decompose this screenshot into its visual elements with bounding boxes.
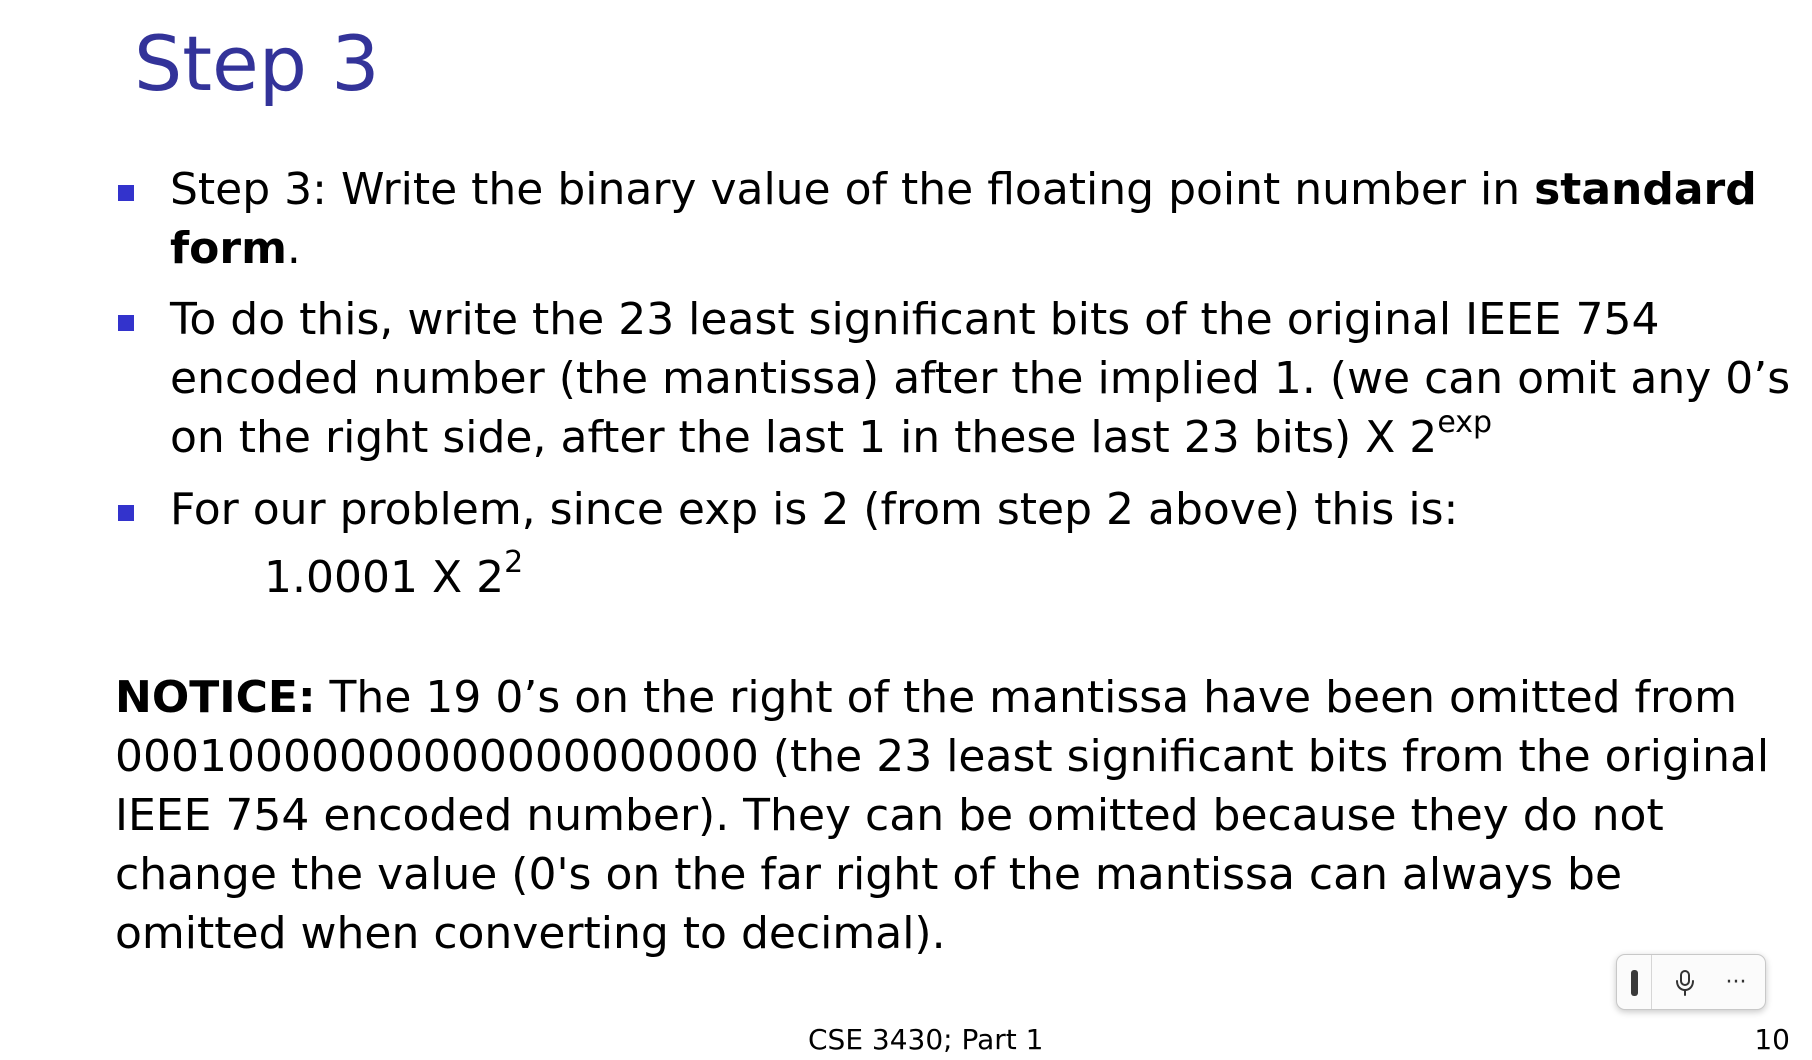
bullet-text: encoded number (the mantissa) after the … bbox=[170, 353, 1791, 404]
notice-line: 00010000000000000000000 (the 23 least si… bbox=[115, 731, 1770, 782]
notice-line: omitted when converting to decimal). bbox=[115, 908, 946, 959]
square-bullet-icon bbox=[118, 315, 134, 331]
square-bullet-icon bbox=[118, 185, 134, 201]
formula-exponent: 2 bbox=[504, 545, 524, 581]
voice-toolbar: ··· bbox=[1616, 954, 1766, 1010]
notice-line: NOTICE: The 19 0’s on the right of the m… bbox=[115, 668, 1765, 727]
slide-title: Step 3 bbox=[134, 19, 380, 108]
bullet-step-3: Step 3: Write the binary value of the fl… bbox=[118, 160, 1780, 278]
bullet-text: Step 3: Write the binary value of the fl… bbox=[170, 164, 1535, 215]
bullet-text: . bbox=[286, 223, 301, 274]
notice-line: change the value (0's on the far right o… bbox=[115, 849, 1623, 900]
formula-base: 1.0001 X 2 bbox=[264, 552, 505, 603]
bullet-problem-result: For our problem, since exp is 2 (from st… bbox=[118, 480, 1780, 539]
notice-text: The 19 0’s on the right of the mantissa … bbox=[315, 672, 1737, 723]
notice-paragraph: NOTICE: The 19 0’s on the right of the m… bbox=[115, 668, 1770, 963]
more-options-icon: ··· bbox=[1725, 970, 1747, 995]
square-bullet-icon bbox=[118, 505, 134, 521]
microphone-button[interactable] bbox=[1665, 963, 1705, 1003]
toolbar-divider bbox=[1651, 955, 1652, 1009]
slide-number: 10 bbox=[1754, 1023, 1790, 1056]
notice-line: IEEE 754 encoded number). They can be om… bbox=[115, 790, 1664, 841]
bullet-text: To do this, write the 23 least significa… bbox=[170, 294, 1660, 345]
exponent-superscript: exp bbox=[1437, 405, 1493, 441]
drag-handle-icon[interactable] bbox=[1631, 970, 1638, 996]
standard-form-formula: 1.0001 X 22 bbox=[264, 548, 523, 608]
course-footer: CSE 3430; Part 1 bbox=[808, 1023, 1044, 1056]
bullet-bold-text: standard bbox=[1534, 164, 1757, 215]
microphone-icon bbox=[1676, 970, 1694, 996]
bullet-bold-text: form bbox=[170, 223, 287, 274]
bullet-text: on the right side, after the last 1 in t… bbox=[170, 412, 1438, 463]
notice-label: NOTICE: bbox=[115, 672, 316, 723]
bullet-text: For our problem, since exp is 2 (from st… bbox=[170, 484, 1459, 535]
more-options-button[interactable]: ··· bbox=[1715, 963, 1757, 1003]
bullet-mantissa-explanation: To do this, write the 23 least significa… bbox=[118, 290, 1790, 467]
